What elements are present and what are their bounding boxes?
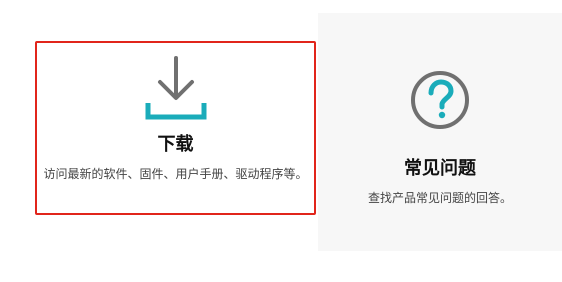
download-description: 访问最新的软件、固件、用户手册、驱动程序等。	[43, 167, 308, 181]
question-circle-icon	[409, 69, 471, 131]
faq-title: 常见问题	[404, 158, 476, 179]
download-title: 下载	[157, 134, 194, 155]
download-icon	[143, 55, 209, 121]
faq-description: 查找产品常见问题的回答。	[367, 191, 512, 205]
download-card[interactable]: 下载 访问最新的软件、固件、用户手册、驱动程序等。	[35, 41, 316, 215]
faq-card[interactable]: 常见问题 查找产品常见问题的回答。	[318, 13, 562, 251]
